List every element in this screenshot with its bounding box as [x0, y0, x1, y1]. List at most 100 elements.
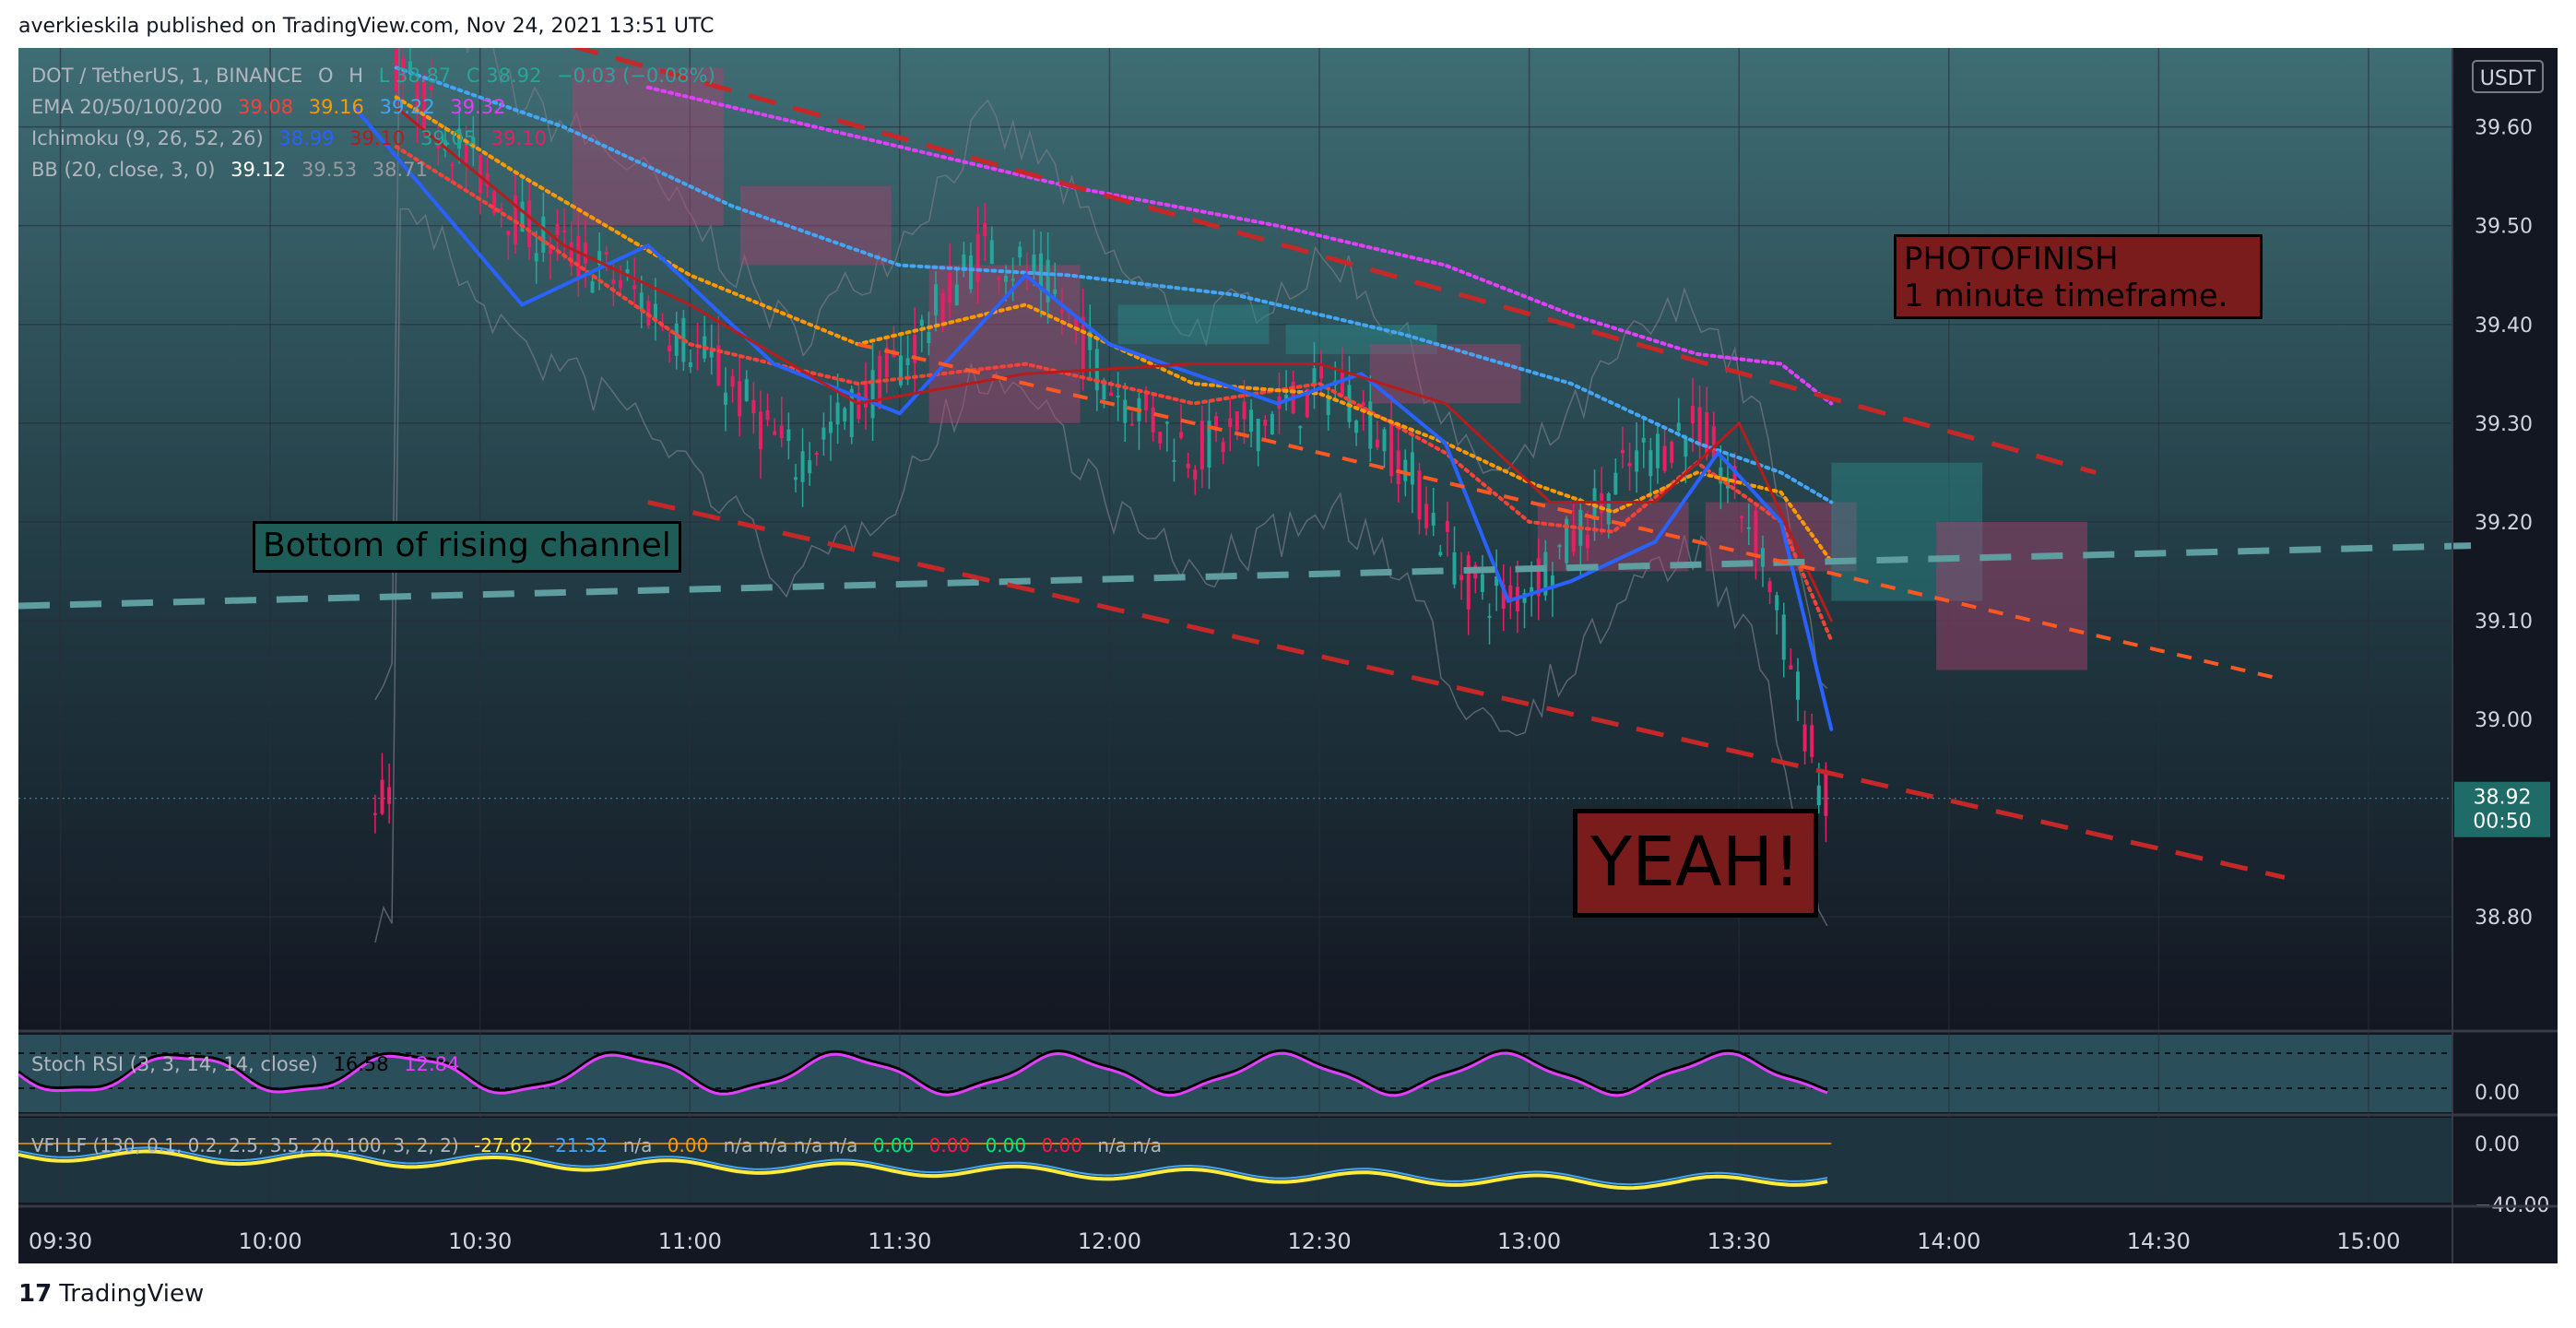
candle-body [1816, 785, 1821, 806]
candle-body [969, 255, 974, 290]
candle-body [758, 411, 762, 450]
legend-change: −0.03 (−0.08%) [557, 65, 715, 87]
legend-ichimoku-v1: 38.99 [278, 127, 335, 149]
legend-open: O [318, 65, 334, 87]
legend-ichimoku-label: Ichimoku (9, 26, 52, 26) [31, 127, 264, 149]
candle-body [618, 279, 622, 289]
chart-canvas[interactable]: 09:30 10:00 10:30 11:00 11:30 12:00 12:30 13:00… [18, 48, 2558, 1263]
candle-body [1662, 445, 1667, 471]
vfi-v5: 0.00 [928, 1134, 971, 1156]
yeah-annotation[interactable]: YEAH! [1573, 809, 1818, 918]
x-tick-1230: 12:30 [1287, 1228, 1351, 1254]
candle-body [1480, 574, 1484, 592]
stoch-rsi-legend[interactable]: Stoch RSI (3, 3, 14, 14, close) 16.58 12… [31, 1053, 468, 1075]
candle-body [954, 284, 959, 306]
candle-body [934, 284, 939, 315]
x-tick-1400: 14:00 [1917, 1228, 1980, 1254]
candle-body [1760, 548, 1765, 567]
candle-body [1403, 459, 1408, 481]
candle-body [1053, 289, 1058, 294]
candle-body [997, 277, 1001, 279]
candle-body [1508, 585, 1513, 599]
legend-bb-v1: 39.12 [230, 159, 287, 181]
candle-body [534, 253, 538, 262]
vfi-v3: 0.00 [667, 1134, 709, 1156]
legend-symbol-name: DOT / TetherUS, 1, BINANCE [31, 65, 303, 87]
candle-body [1164, 421, 1169, 424]
candle-body [1810, 725, 1814, 757]
candle-body [583, 243, 587, 264]
photofinish-line1: PHOTOFINISH [1904, 241, 2119, 278]
candle-body [1270, 413, 1274, 435]
candle-body [1802, 724, 1807, 752]
candle-body [738, 381, 742, 417]
candle-body [1410, 452, 1414, 485]
time-axis-background [18, 1210, 2452, 1263]
legend-ichimoku-v3: 39.05 [419, 127, 477, 149]
candle-body [1368, 401, 1373, 449]
legend-low: L 38.87 [378, 65, 452, 87]
candle-body [1445, 520, 1449, 532]
candle-body [562, 231, 567, 233]
candle-body [899, 355, 903, 385]
photofinish-line2: 1 minute timeframe. [1904, 278, 2228, 314]
candle-body [1151, 407, 1155, 433]
candle-body [372, 812, 377, 815]
candle-body [927, 332, 931, 343]
candle-body [1375, 439, 1379, 448]
legend-ichimoku-v2: 39.10 [349, 127, 406, 149]
candle-body [1228, 418, 1233, 428]
vfi-na2: n/a n/a n/a n/a [723, 1134, 858, 1156]
last-price-value: 38.92 [2474, 787, 2532, 810]
footer-branding[interactable]: 17 TradingView [18, 1280, 204, 1308]
candle-body [1242, 401, 1247, 420]
y-tick-38-80: 38.80 [2475, 907, 2533, 930]
ichimoku-cloud-9 [1936, 521, 2087, 670]
candle-body [1312, 368, 1317, 385]
y-tick-39-30: 39.30 [2475, 413, 2533, 436]
legend-ichimoku[interactable]: Ichimoku (9, 26, 52, 26) 38.99 39.10 39.… [31, 127, 556, 149]
candle-body [1319, 366, 1324, 379]
y-tick-39-60: 39.60 [2475, 117, 2533, 140]
ichimoku-cloud-5 [1369, 344, 1521, 404]
x-tick-1000: 10:00 [239, 1228, 302, 1254]
candle-body [668, 345, 672, 352]
bottom-channel-annotation[interactable]: Bottom of rising channel [253, 521, 681, 573]
legend-ema-v3: 39.22 [379, 96, 435, 118]
chart-frame[interactable]: 09:30 10:00 10:30 11:00 11:30 12:00 12:30 13:00… [18, 48, 2558, 1263]
candle-body [527, 200, 532, 248]
legend-bb-v3: 38.71 [372, 159, 428, 181]
candle-body [1705, 412, 1709, 456]
x-tick-1100: 11:00 [658, 1228, 722, 1254]
candle-body [1648, 450, 1653, 477]
candle-body [975, 233, 980, 282]
photofinish-annotation[interactable]: PHOTOFINISH 1 minute timeframe. [1894, 234, 2263, 319]
legend-ema-v1: 39.08 [237, 96, 294, 118]
legend-ema-v2: 39.16 [308, 96, 364, 118]
candle-body [632, 285, 637, 290]
candle-body [828, 421, 833, 433]
candle-body [590, 281, 595, 293]
candle-body [1740, 516, 1744, 518]
candle-body [786, 429, 791, 442]
legend-ema-label: EMA 20/50/100/200 [31, 96, 223, 118]
candle-body [387, 787, 392, 804]
candle-body [1193, 469, 1198, 480]
legend-bb-v2: 39.53 [301, 159, 358, 181]
candle-body [541, 216, 546, 253]
ichimoku-cloud-2 [928, 265, 1081, 423]
candle-body [989, 240, 994, 265]
candle-body [1179, 432, 1184, 438]
legend-symbol[interactable]: DOT / TetherUS, 1, BINANCE O H L 38.87 C… [31, 65, 725, 87]
y-tick-39-40: 39.40 [2475, 314, 2533, 338]
candle-body [940, 293, 945, 327]
yeah-text: YEAH! [1590, 823, 1801, 902]
vfi-legend[interactable]: VFI LF (130, 0.1, 0.2, 2.5, 3.5, 20, 100… [31, 1134, 1171, 1156]
legend-bb[interactable]: BB (20, close, 3, 0) 39.12 39.53 38.71 [31, 159, 437, 181]
candle-body [1585, 534, 1589, 549]
candle-body [1635, 450, 1639, 472]
vfi-v2: -21.32 [548, 1134, 609, 1156]
legend-ema[interactable]: EMA 20/50/100/200 39.08 39.16 39.22 39.3… [31, 96, 515, 118]
footer-brand: TradingView [59, 1280, 205, 1308]
candle-body [1775, 595, 1779, 611]
